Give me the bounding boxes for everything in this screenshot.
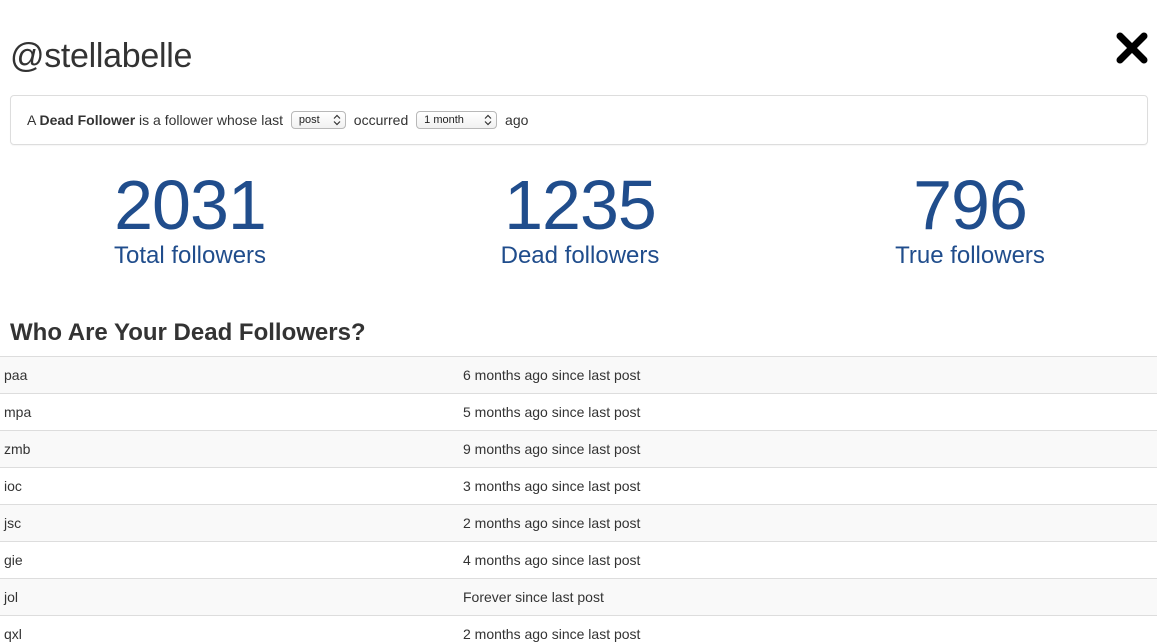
dead-followers-heading: Who Are Your Dead Followers? (10, 319, 366, 346)
last-post-cell: 5 months ago since last post (463, 404, 641, 420)
last-post-cell: 3 months ago since last post (463, 478, 641, 494)
last-post-cell: 2 months ago since last post (463, 515, 641, 531)
dead-followers-label[interactable]: Dead followers (390, 242, 770, 270)
last-post-cell: Forever since last post (463, 589, 604, 605)
dead-followers-table: paa 6 months ago since last post mpa 5 m… (0, 356, 1157, 644)
username-cell: qxl (4, 626, 22, 642)
username-cell: jsc (4, 515, 22, 531)
table-row: mpa 5 months ago since last post (0, 393, 1157, 430)
activity-select-value: post (298, 114, 320, 126)
close-x-icon (1116, 32, 1148, 64)
username-cell: ioc (4, 478, 22, 494)
period-select-value: 1 month (424, 114, 464, 126)
table-row: qxl 2 months ago since last post (0, 615, 1157, 644)
dead-followers-page: @stellabelle A Dead Follower is a follow… (0, 0, 1157, 644)
table-row: gie 4 months ago since last post (0, 541, 1157, 578)
table-row: jol Forever since last post (0, 578, 1157, 615)
close-button[interactable] (1116, 32, 1148, 64)
last-post-cell: 2 months ago since last post (463, 626, 641, 642)
definition-prefix: A (27, 112, 40, 128)
username-cell: paa (4, 367, 28, 383)
dead-follower-definition: A Dead Follower is a follower whose last… (10, 95, 1148, 145)
username-cell: jol (4, 589, 19, 605)
total-followers-label[interactable]: Total followers (0, 242, 380, 270)
definition-term: Dead Follower (39, 112, 136, 128)
last-post-cell: 9 months ago since last post (463, 441, 641, 457)
username-cell: gie (4, 552, 23, 568)
page-title: @stellabelle (10, 37, 193, 75)
definition-middle: is a follower whose last (135, 112, 287, 128)
true-followers-count: 796 (913, 166, 1028, 244)
definition-suffix: ago (501, 112, 529, 128)
dead-followers-stat: 1235 Dead followers (390, 168, 770, 270)
username-cell: mpa (4, 404, 32, 420)
select-arrows-icon (484, 114, 492, 126)
true-followers-label[interactable]: True followers (780, 242, 1157, 270)
table-row: jsc 2 months ago since last post (0, 504, 1157, 541)
true-followers-stat: 796 True followers (780, 168, 1157, 270)
total-followers-stat: 2031 Total followers (0, 168, 380, 270)
table-row: ioc 3 months ago since last post (0, 467, 1157, 504)
period-select[interactable]: 1 month (416, 111, 498, 129)
username-cell: zmb (4, 441, 31, 457)
total-followers-count: 2031 (114, 166, 267, 244)
table-row: zmb 9 months ago since last post (0, 430, 1157, 467)
select-arrows-icon (333, 114, 341, 126)
activity-select[interactable]: post (290, 111, 346, 129)
definition-occurred: occurred (349, 112, 413, 128)
last-post-cell: 4 months ago since last post (463, 552, 641, 568)
table-row: paa 6 months ago since last post (0, 356, 1157, 393)
last-post-cell: 6 months ago since last post (463, 367, 641, 383)
dead-followers-count: 1235 (504, 166, 657, 244)
